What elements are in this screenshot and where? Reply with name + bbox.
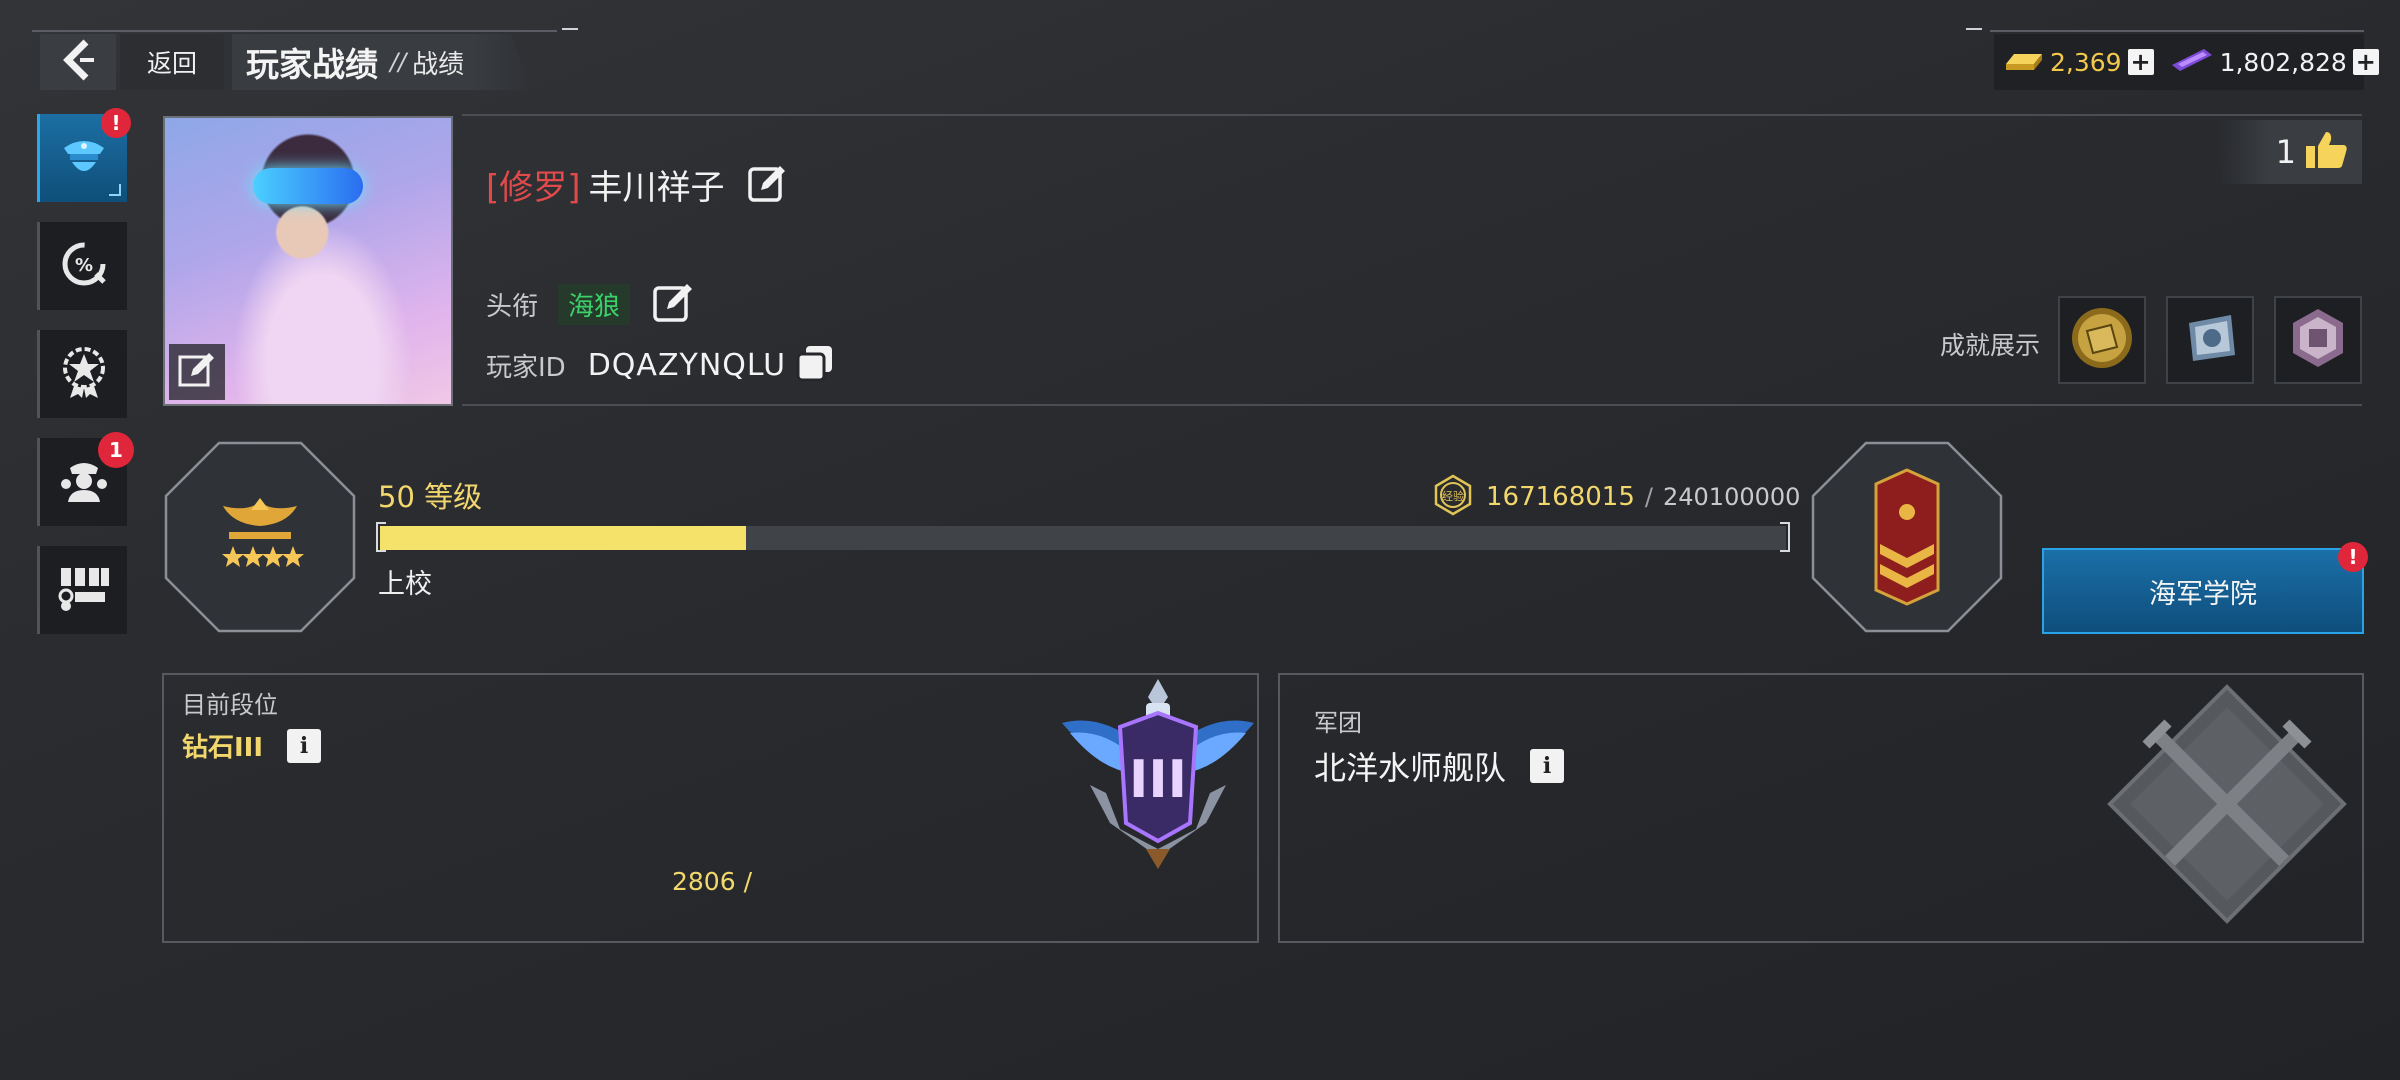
edit-avatar-button[interactable] bbox=[169, 344, 225, 400]
player-name-row: [修罗] 丰川祥子 bbox=[486, 160, 789, 209]
corner-mark bbox=[109, 184, 121, 196]
add-gem-button[interactable]: + bbox=[2352, 48, 2379, 76]
edit-title-button[interactable] bbox=[652, 280, 696, 328]
add-gold-button[interactable]: + bbox=[2127, 48, 2154, 76]
page-title-sub: 战绩 bbox=[412, 49, 465, 80]
progress-bracket-left bbox=[376, 522, 386, 552]
edit-icon bbox=[747, 162, 789, 208]
edit-name-button[interactable] bbox=[747, 162, 789, 208]
title-value: 海狼 bbox=[558, 283, 631, 325]
title-label: 头衔 bbox=[486, 291, 539, 322]
currency-bar: 2,369 + 1,802,828 + bbox=[1994, 34, 2379, 90]
experience-icon-text: 经验 bbox=[1442, 489, 1464, 503]
achievement-slot-1[interactable] bbox=[2058, 296, 2146, 384]
rank-points: 2806 / bbox=[672, 867, 752, 896]
officer-cap-icon bbox=[58, 130, 110, 186]
tier-name: 钻石III bbox=[182, 733, 264, 763]
player-id-value: DQAZYNQLU bbox=[587, 347, 787, 383]
current-rank-title: 目前段位 bbox=[182, 691, 278, 719]
gem-amount: 1,802,828 bbox=[2219, 47, 2347, 77]
medals-rack-icon bbox=[57, 562, 111, 618]
experience-separator: / bbox=[1644, 483, 1653, 511]
currency-frame-tick bbox=[1966, 28, 1982, 30]
experience-current: 167168015 bbox=[1486, 482, 1635, 512]
experience-icon: 经验 bbox=[1432, 474, 1474, 520]
silver-emblem-icon bbox=[2175, 303, 2245, 377]
thumbs-up-icon bbox=[2304, 130, 2348, 174]
nav-item-honors[interactable] bbox=[37, 330, 127, 418]
achievements-label: 成就展示 bbox=[1940, 331, 2041, 360]
crew-icon bbox=[58, 454, 110, 510]
legion-name-row: 北洋水师舰队 i bbox=[1314, 743, 1565, 789]
copy-icon bbox=[796, 344, 834, 386]
plus-icon: + bbox=[2355, 48, 2376, 76]
gold-amount: 2,369 bbox=[2050, 47, 2122, 77]
guild-tag: [修罗] bbox=[486, 168, 581, 208]
like-count: 1 bbox=[2275, 133, 2296, 171]
crossed-swords-emblem bbox=[2107, 684, 2347, 924]
rank-name: 上校 bbox=[378, 569, 432, 600]
gold-bar-icon bbox=[2002, 46, 2044, 78]
naval-academy-button[interactable]: 海军学院 bbox=[2042, 548, 2364, 634]
diamond-tier-emblem: III bbox=[1062, 679, 1254, 869]
back-button[interactable]: 返回 bbox=[120, 34, 224, 90]
nav-item-medals[interactable] bbox=[37, 546, 127, 634]
current-rank-panel: 目前段位 钻石III i 2806 / III bbox=[162, 673, 1259, 943]
info-icon: i bbox=[1542, 753, 1552, 779]
back-arrow-button[interactable] bbox=[40, 34, 116, 90]
notification-badge: 1 bbox=[98, 432, 134, 468]
legion-panel: 军团 北洋水师舰队 i bbox=[1278, 673, 2364, 943]
player-id-row: 玩家ID DQAZYNQLU bbox=[486, 344, 834, 386]
avatar[interactable] bbox=[163, 116, 453, 406]
title-row: 头衔 海狼 bbox=[486, 280, 696, 328]
legion-title: 军团 bbox=[1314, 709, 1362, 737]
rank-insignia bbox=[164, 441, 356, 633]
achievement-slot-3[interactable] bbox=[2274, 296, 2362, 384]
achievement-slot-2[interactable] bbox=[2166, 296, 2254, 384]
edit-icon bbox=[177, 350, 217, 394]
profile-top-divider bbox=[462, 114, 2362, 116]
page-title-main: 玩家战绩 bbox=[246, 45, 378, 84]
currency-frame bbox=[1990, 30, 2364, 32]
header-frame-tick bbox=[562, 28, 578, 30]
plus-icon: + bbox=[2130, 48, 2151, 76]
medal-star-icon bbox=[58, 344, 110, 404]
tier-row: 钻石III i bbox=[182, 727, 322, 764]
experience-readout: 经验 167168015 / 240100000 bbox=[1432, 474, 1800, 520]
edit-icon bbox=[652, 280, 696, 328]
gold-badge-icon bbox=[2067, 303, 2137, 377]
copy-id-button[interactable] bbox=[796, 344, 834, 386]
page-title-separator: // bbox=[390, 48, 407, 76]
legion-info-button[interactable]: i bbox=[1530, 749, 1565, 783]
bronze-medal-icon bbox=[2283, 303, 2353, 377]
chevron-left-icon bbox=[58, 38, 98, 86]
notification-badge: ! bbox=[101, 108, 131, 138]
gem-currency: 1,802,828 + bbox=[2162, 34, 2387, 90]
progress-bracket-right bbox=[1780, 522, 1790, 552]
svg-text:%: % bbox=[74, 255, 92, 276]
legion-name: 北洋水师舰队 bbox=[1314, 749, 1507, 787]
next-rank-insignia bbox=[1811, 441, 2003, 633]
info-icon: i bbox=[299, 732, 309, 759]
emblem-numeral: III bbox=[1129, 750, 1187, 810]
nav-item-stats[interactable]: % bbox=[37, 222, 127, 310]
percent-gauge-icon: % bbox=[58, 238, 110, 294]
avatar-visor bbox=[253, 168, 363, 204]
player-id-label: 玩家ID bbox=[486, 352, 566, 383]
player-name: 丰川祥子 bbox=[588, 168, 725, 208]
like-button[interactable]: 1 bbox=[2218, 120, 2362, 184]
experience-max: 240100000 bbox=[1662, 483, 1801, 511]
player-level: 50 等级 bbox=[378, 480, 483, 514]
gold-currency: 2,369 + bbox=[1994, 34, 2162, 90]
purple-ticket-icon bbox=[2170, 45, 2214, 79]
profile-bottom-divider bbox=[462, 404, 2362, 406]
academy-alert-badge: ! bbox=[2338, 542, 2368, 572]
experience-progress-bar bbox=[380, 526, 1786, 550]
page-title: 玩家战绩 // 战绩 bbox=[232, 34, 532, 90]
experience-progress-fill bbox=[380, 526, 746, 550]
tier-info-button[interactable]: i bbox=[287, 728, 322, 763]
